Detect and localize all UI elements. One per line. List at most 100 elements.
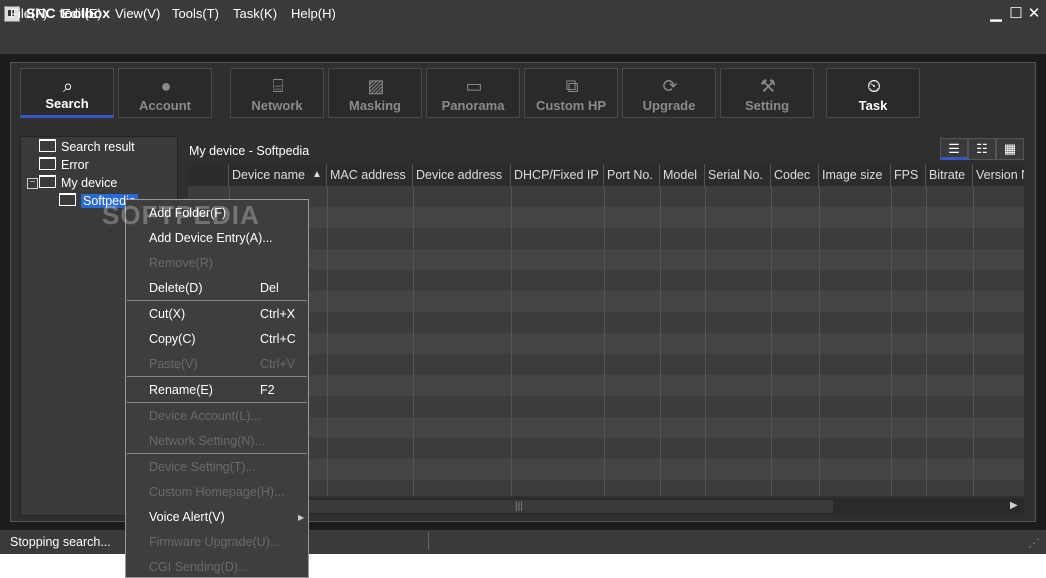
details-view-icon[interactable]: ☰	[940, 138, 968, 160]
shortcut-cut: Ctrl+X	[260, 307, 296, 321]
column-header-serial[interactable]: Serial No.	[705, 164, 771, 186]
column-divider	[511, 186, 512, 496]
menu-edit[interactable]: Edit(E)	[62, 6, 102, 21]
table-row[interactable]	[188, 375, 1024, 396]
column-header-port[interactable]: Port No.	[604, 164, 660, 186]
menu-rename[interactable]: Rename(E)	[149, 383, 213, 397]
toolbar-search-button[interactable]: ⌕ Search	[20, 68, 114, 118]
watermark: SOFTPEDIA	[102, 200, 260, 230]
menu-view[interactable]: View(V)	[115, 6, 160, 21]
table-row[interactable]	[188, 459, 1024, 480]
shortcut-rename: F2	[260, 383, 275, 397]
menu-cut[interactable]: Cut(X)	[149, 307, 185, 321]
thumbnail-view-icon[interactable]: ▦	[996, 138, 1024, 160]
table-row[interactable]	[188, 417, 1024, 438]
menu-task[interactable]: Task(K)	[233, 6, 277, 21]
table-header: Device name ▲ MAC address Device address…	[188, 164, 1024, 186]
scrollbar-grip-icon: |||	[515, 501, 523, 512]
menu-paste: Paste(V)	[149, 357, 198, 371]
close-button[interactable]: ✕	[1024, 4, 1044, 24]
wrench-icon: ⚒	[759, 76, 777, 96]
menu-custom-homepage: Custom Homepage(H)...	[149, 485, 285, 499]
table-row[interactable]	[188, 333, 1024, 354]
tree-item-search-result[interactable]: Search result	[39, 138, 135, 156]
device-table[interactable]: Device name ▲ MAC address Device address…	[188, 164, 1024, 496]
menu-separator	[127, 402, 307, 403]
column-divider	[413, 186, 414, 496]
user-icon: ●	[160, 76, 172, 96]
shortcut-delete: Del	[260, 281, 279, 295]
column-divider	[705, 186, 706, 496]
toolbar-upgrade-button[interactable]: ⟳ Upgrade	[622, 68, 716, 118]
table-row[interactable]	[188, 207, 1024, 228]
toolbar-label: Panorama	[441, 98, 505, 113]
upgrade-icon: ⟳	[662, 76, 678, 96]
resize-grip-icon[interactable]: ⋰	[1028, 536, 1040, 550]
menu-add-device-entry[interactable]: Add Device Entry(A)...	[149, 231, 273, 245]
column-divider	[891, 186, 892, 496]
table-row[interactable]	[188, 291, 1024, 312]
column-header-model[interactable]: Model	[660, 164, 705, 186]
menu-network-setting: Network Setting(N)...	[149, 434, 266, 448]
sort-ascending-icon: ▲	[312, 169, 322, 180]
status-text: Stopping search...	[10, 535, 111, 549]
column-header-device-name[interactable]: Device name ▲	[229, 164, 327, 186]
column-header-fps[interactable]: FPS	[891, 164, 926, 186]
menu-file[interactable]: File(F)	[10, 6, 48, 21]
toolbar-masking-button[interactable]: ▨ Masking	[328, 68, 422, 118]
network-icon: ⌸	[272, 76, 284, 96]
folder-icon	[59, 193, 76, 206]
toolbar-panorama-button[interactable]: ▭ Panorama	[426, 68, 520, 118]
masking-icon: ▨	[367, 76, 385, 96]
list-view-icon[interactable]: ☷	[968, 138, 996, 160]
column-header-image-size[interactable]: Image size	[819, 164, 891, 186]
column-divider	[604, 186, 605, 496]
maximize-button[interactable]: ☐	[1006, 4, 1026, 24]
column-header-dhcp[interactable]: DHCP/Fixed IP	[511, 164, 604, 186]
custom-hp-icon: ⧉	[565, 76, 579, 96]
horizontal-scrollbar[interactable]: ||| ▶	[188, 498, 1024, 515]
column-header-device-address[interactable]: Device address	[413, 164, 511, 186]
toolbar-label: Setting	[744, 98, 790, 113]
menu-copy[interactable]: Copy(C)	[149, 332, 196, 346]
tree-collapse-toggle[interactable]: −	[27, 178, 38, 189]
column-header-version[interactable]: Version N	[973, 164, 1024, 186]
column-header-bitrate[interactable]: Bitrate	[926, 164, 973, 186]
toolbar-label: Account	[139, 98, 191, 113]
column-divider	[660, 186, 661, 496]
column-header-select[interactable]	[188, 164, 229, 186]
menu-delete[interactable]: Delete(D)	[149, 281, 203, 295]
submenu-arrow-icon: ▶	[298, 513, 305, 522]
tree-item-error[interactable]: Error	[39, 156, 89, 174]
toolbar-label: Network	[251, 98, 303, 113]
folder-icon	[39, 175, 56, 188]
column-divider	[926, 186, 927, 496]
tree-item-my-device[interactable]: My device	[39, 174, 117, 192]
toolbar-network-button[interactable]: ⌸ Network	[230, 68, 324, 118]
table-row[interactable]	[188, 249, 1024, 270]
column-divider	[327, 186, 328, 496]
minimize-button[interactable]: ▁	[986, 4, 1006, 24]
menu-device-setting: Device Setting(T)...	[149, 460, 256, 474]
toolbar-label: Search	[45, 96, 89, 111]
column-header-codec[interactable]: Codec	[771, 164, 819, 186]
search-icon: ⌕	[62, 76, 74, 96]
column-divider	[973, 186, 974, 496]
menu-separator	[127, 300, 307, 301]
menu-firmware-upgrade: Firmware Upgrade(U)...	[149, 535, 281, 549]
menu-device-account: Device Account(L)...	[149, 409, 261, 423]
menu-separator	[127, 453, 307, 454]
toolbar-task-button[interactable]: ⏲ Task	[826, 68, 920, 118]
menu-tools[interactable]: Tools(T)	[172, 6, 219, 21]
toolbar-custom-hp-button[interactable]: ⧉ Custom HP	[524, 68, 618, 118]
toolbar-setting-button[interactable]: ⚒ Setting	[720, 68, 814, 118]
toolbar-label: Upgrade	[642, 98, 696, 113]
shortcut-paste: Ctrl+V	[260, 357, 296, 371]
toolbar-label: Custom HP	[535, 98, 607, 113]
scroll-right-arrow-icon[interactable]: ▶	[1010, 500, 1018, 511]
column-header-mac[interactable]: MAC address	[327, 164, 413, 186]
menu-help[interactable]: Help(H)	[291, 6, 336, 21]
toolbar-account-button[interactable]: ● Account	[118, 68, 212, 118]
menu-voice-alert[interactable]: Voice Alert(V)	[149, 510, 225, 524]
panorama-icon: ▭	[465, 76, 483, 96]
